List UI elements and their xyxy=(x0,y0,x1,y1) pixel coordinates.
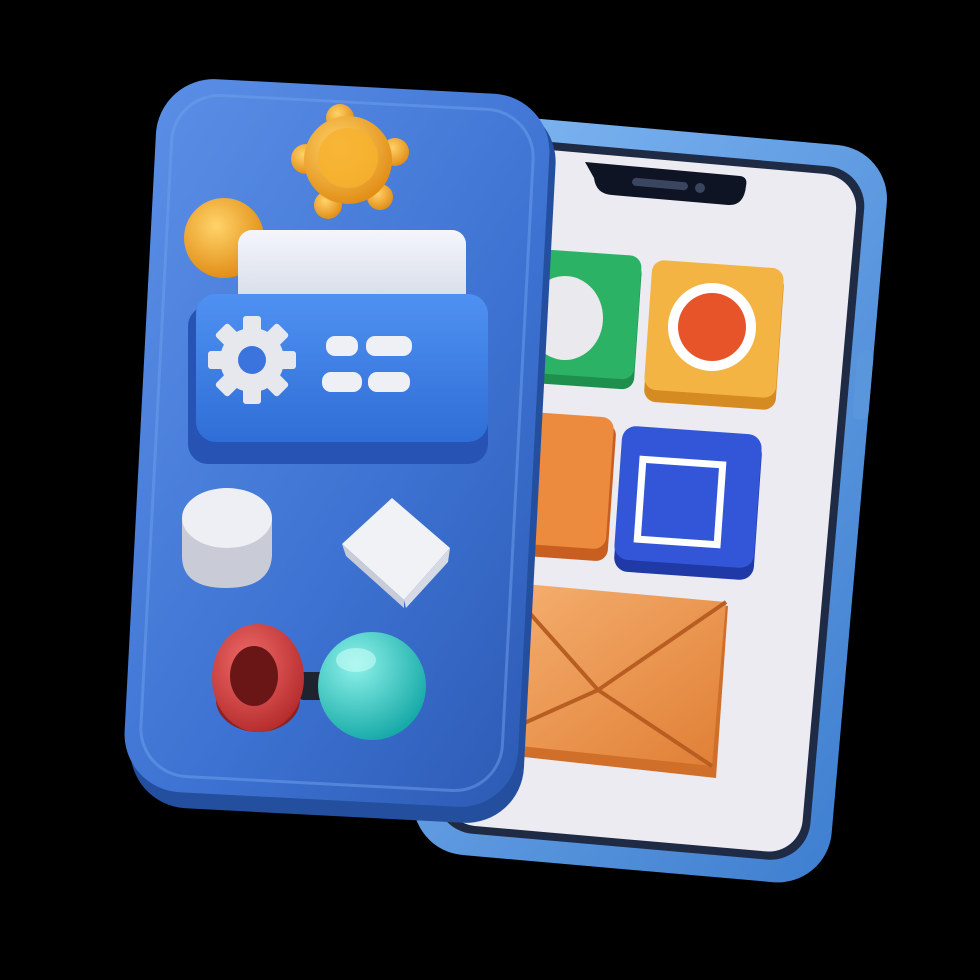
illustration-stage xyxy=(0,0,980,980)
app-tile-yellow[interactable] xyxy=(643,260,784,411)
mobile-app-illustration xyxy=(124,79,887,883)
settings-card[interactable] xyxy=(188,294,488,464)
cylinder-icon[interactable] xyxy=(182,488,272,588)
gear-icon[interactable] xyxy=(208,316,296,404)
app-tile-blue[interactable] xyxy=(613,425,762,580)
front-camera xyxy=(695,183,705,193)
